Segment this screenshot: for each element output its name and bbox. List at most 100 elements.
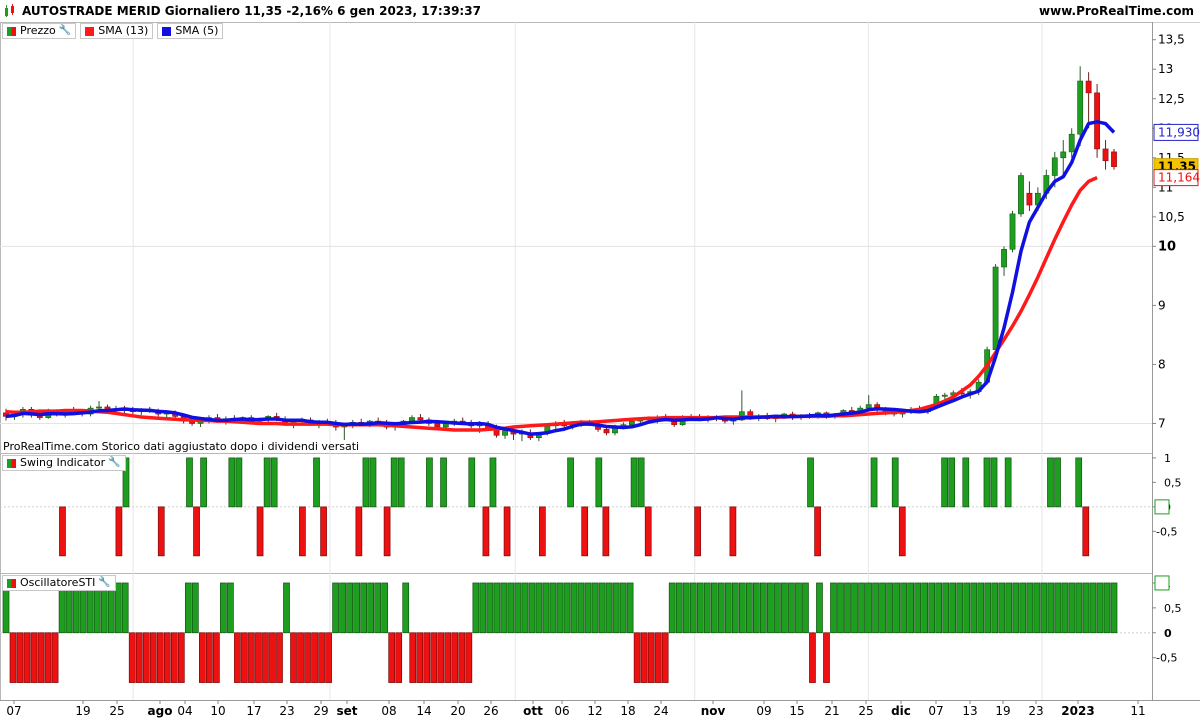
time-tick-label: 09	[756, 704, 771, 718]
wrench-icon[interactable]: 🔧	[59, 24, 71, 38]
time-tick-label: 11	[1130, 704, 1145, 718]
legend-sma13[interactable]: SMA (13)	[80, 23, 154, 39]
osc-bar	[963, 582, 971, 634]
candle	[417, 417, 424, 421]
osc-swatch-icon	[7, 578, 16, 588]
chart-canvas[interactable]: 13,51312,51211,51110,51098711,93011,3511…	[0, 0, 1200, 720]
osc-bar	[710, 582, 718, 634]
swing-bar	[602, 506, 610, 557]
time-tick-label: 25	[858, 704, 873, 718]
candle	[1085, 80, 1092, 94]
candle	[434, 423, 441, 428]
osc-bar	[220, 582, 227, 634]
candle	[1018, 175, 1024, 215]
time-tick-label: 12	[587, 704, 602, 718]
osc-bar	[942, 582, 950, 634]
osc-bar	[170, 632, 178, 683]
swing-bar	[637, 457, 645, 508]
osc-bar	[1075, 582, 1083, 634]
swing-bar	[440, 457, 447, 508]
osc-bar	[262, 632, 269, 683]
legend-swing-label: Swing Indicator	[20, 456, 106, 469]
osc-bar	[921, 582, 929, 634]
time-tick-label: 24	[653, 704, 668, 718]
candle	[992, 266, 999, 350]
candle	[1111, 151, 1117, 167]
osc-bar	[654, 632, 662, 683]
osc-bar	[640, 632, 648, 683]
osc-bar	[619, 582, 627, 634]
osc-bar	[935, 582, 943, 634]
osc-bar	[142, 632, 150, 683]
osc-bar	[1110, 582, 1118, 634]
candle	[502, 430, 508, 436]
price-label-text: 11,164	[1158, 171, 1200, 185]
time-tick-label: 19	[75, 704, 90, 718]
candle	[865, 404, 872, 409]
osc-tick-label: 0,5	[1164, 602, 1182, 615]
osc-value-box	[1154, 575, 1170, 591]
swing-bar	[581, 506, 589, 557]
swing-bar	[157, 506, 165, 557]
candle	[1068, 133, 1075, 153]
candle	[1001, 249, 1007, 268]
osc-bar	[213, 632, 220, 683]
osc-bar	[1054, 582, 1062, 634]
swing-tick-label: 0,5	[1164, 476, 1182, 489]
osc-bar	[381, 582, 389, 634]
osc-bar	[465, 632, 473, 683]
osc-bar	[900, 582, 907, 634]
osc-bar	[528, 582, 536, 634]
legend-osc[interactable]: OscillatoreSTI 🔧	[2, 575, 116, 591]
osc-bar	[914, 582, 921, 634]
osc-tick-label: 0	[1164, 627, 1172, 640]
swing-bar	[870, 457, 878, 508]
swing-legend: Swing Indicator 🔧	[2, 455, 126, 471]
swing-bar	[644, 506, 652, 557]
osc-bar	[339, 582, 346, 634]
osc-bar	[9, 632, 17, 683]
price-label-text: 11,930	[1158, 125, 1200, 139]
osc-bar	[283, 582, 290, 634]
osc-bar	[325, 632, 332, 683]
osc-bar	[970, 582, 978, 634]
osc-bar	[795, 582, 802, 634]
osc-bar	[493, 582, 501, 634]
osc-bar	[661, 632, 669, 683]
price-tick-label: 12,5	[1158, 92, 1185, 106]
osc-bar	[514, 582, 522, 634]
swing-bar	[256, 506, 264, 557]
osc-bar	[774, 582, 781, 634]
osc-bar	[788, 582, 795, 634]
osc-bar	[51, 632, 59, 683]
osc-bar	[563, 582, 571, 634]
time-tick-label: 17	[246, 704, 261, 718]
osc-bar	[367, 582, 375, 634]
wrench-icon[interactable]: 🔧	[98, 576, 110, 590]
osc-bar	[409, 632, 417, 683]
osc-bar	[535, 582, 543, 634]
osc-bar	[956, 582, 964, 634]
wrench-icon[interactable]: 🔧	[108, 456, 120, 470]
osc-bar	[984, 582, 992, 634]
osc-bar	[353, 582, 360, 634]
swing-bar	[694, 506, 701, 557]
osc-bar	[738, 582, 746, 634]
legend-price[interactable]: Prezzo 🔧	[2, 23, 77, 39]
time-tick-label: 15	[789, 704, 804, 718]
swing-bar	[539, 506, 546, 557]
legend-swing[interactable]: Swing Indicator 🔧	[2, 455, 126, 471]
osc-bar	[598, 582, 606, 634]
swing-bar	[200, 457, 207, 508]
swing-bar	[1004, 457, 1012, 508]
osc-bar	[121, 582, 129, 634]
osc-bar	[269, 632, 276, 683]
legend-sma5[interactable]: SMA (5)	[157, 23, 224, 39]
osc-bar	[458, 632, 466, 683]
osc-bar	[760, 582, 767, 634]
osc-bar	[717, 582, 725, 634]
swing-bar	[898, 506, 906, 557]
osc-bar	[703, 582, 711, 634]
swing-tick-label: -0,5	[1156, 525, 1177, 538]
time-tick-label: 26	[483, 704, 498, 718]
